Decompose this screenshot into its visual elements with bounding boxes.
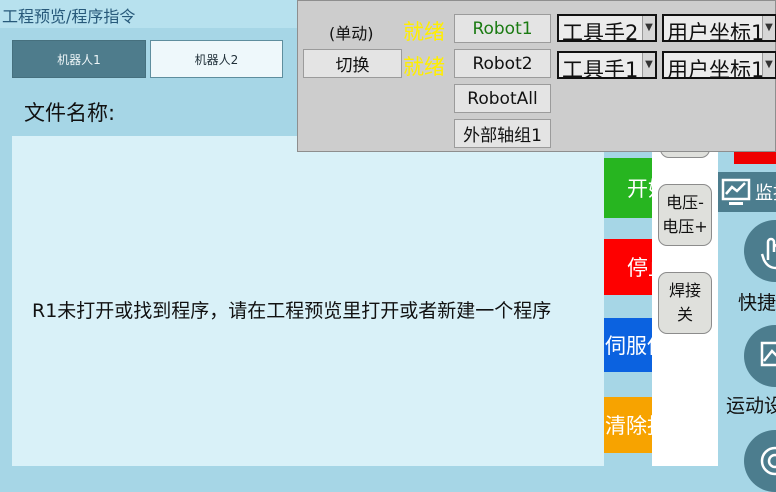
motion-settings-button[interactable] [744, 325, 776, 387]
switch-button[interactable]: 切换 [303, 49, 402, 78]
title-bar: 工程预览/程序指令 [0, 0, 300, 28]
stop-button[interactable]: 停止 [604, 239, 652, 295]
file-name-label: 文件名称: [24, 101, 116, 125]
robot2-button[interactable]: Robot2 [454, 49, 551, 78]
external-axis-group-button[interactable]: 外部轴组1 [454, 119, 551, 148]
tool-select-1-value: 工具手2 [562, 21, 639, 42]
off-label: 关 [676, 305, 693, 324]
status-ready-2: 就绪 [403, 55, 445, 79]
coord-select-2[interactable]: 用户坐标1 ▼ [662, 51, 776, 79]
dropdown-arrow-icon: ▼ [642, 16, 655, 40]
weld-off-button[interactable]: 焊接 关 [658, 272, 712, 334]
clear-label: 清除报警 [605, 414, 652, 438]
robot-all-button[interactable]: RobotAll [454, 84, 551, 113]
quick-button[interactable] [744, 220, 776, 282]
coord-select-1-value: 用户坐标1 [667, 21, 765, 42]
tool-select-2[interactable]: 工具手1 ▼ [557, 51, 657, 79]
coord-select-1[interactable]: 用户坐标1 ▼ [662, 14, 776, 42]
motion-settings-icon [760, 341, 776, 367]
gauge-icon [760, 446, 776, 476]
dropdown-arrow-icon: ▼ [642, 53, 655, 77]
robot-selection-panel: (单动) 切换 就绪 就绪 Robot1 Robot2 RobotAll 外部轴… [297, 0, 776, 152]
tab-robot-1[interactable]: 机器人1 [12, 40, 146, 78]
hand-touch-icon [760, 237, 776, 270]
dropdown-arrow-icon: ▼ [762, 53, 775, 77]
monitor-label: 监控 [755, 183, 776, 204]
servo-label: 伺服使能 [605, 334, 652, 358]
stop-label: 停止 [627, 256, 652, 280]
robot1-button[interactable]: Robot1 [454, 14, 551, 43]
mode-label: (单动) [329, 24, 374, 43]
tab-robot-2[interactable]: 机器人2 [150, 40, 283, 78]
motion-settings-label: 运动设置 [726, 395, 776, 417]
tool-select-2-value: 工具手1 [562, 58, 639, 79]
alarm-indicator [734, 150, 776, 164]
gauge-button[interactable] [744, 430, 776, 492]
voltage-up-label: 电压+ [662, 217, 708, 236]
program-editor[interactable]: R1未打开或找到程序，请在工程预览里打开或者新建一个程序 [12, 136, 604, 466]
quick-label: 快捷 [738, 292, 776, 314]
voltage-down-label: 电压- [666, 193, 704, 212]
tool-select-1[interactable]: 工具手2 ▼ [557, 14, 657, 42]
dropdown-arrow-icon: ▼ [762, 16, 775, 40]
monitor-button[interactable]: 监控 [718, 172, 776, 212]
coord-select-2-value: 用户坐标1 [667, 58, 765, 79]
weld-label: 焊接 [668, 281, 701, 300]
no-program-message: R1未打开或找到程序，请在工程预览里打开或者新建一个程序 [32, 300, 552, 322]
status-ready-1: 就绪 [403, 20, 445, 44]
start-label: 开始 [627, 177, 652, 201]
clear-alarm-button[interactable]: 清除报警 [604, 397, 652, 453]
voltage-button[interactable]: 电压- 电压+ [658, 184, 712, 246]
start-button[interactable]: 开始 [604, 158, 652, 218]
page-title: 工程预览/程序指令 [2, 7, 136, 26]
monitor-icon [721, 178, 751, 205]
servo-enable-button[interactable]: 伺服使能 [604, 318, 652, 372]
